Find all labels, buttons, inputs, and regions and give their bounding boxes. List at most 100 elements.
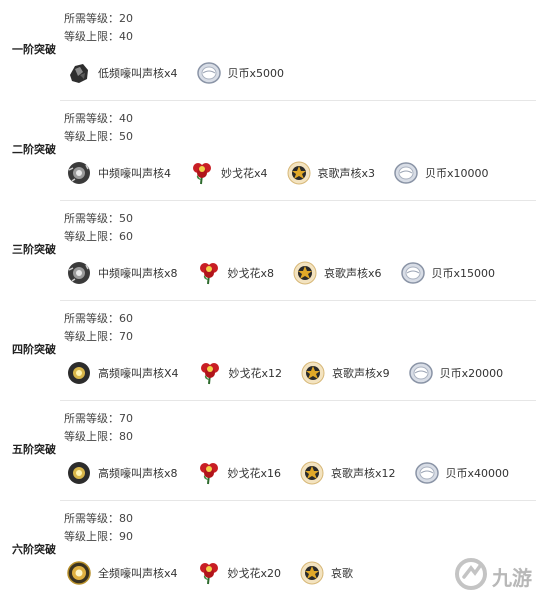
required-level-label: 所需等级：	[64, 112, 119, 125]
level-cap-label: 等级上限：	[64, 430, 119, 443]
flower-icon	[196, 460, 222, 486]
mid-frequency-core-icon	[66, 160, 92, 186]
low-frequency-core-icon	[66, 60, 92, 86]
required-level: 所需等级：20	[64, 10, 133, 26]
required-level-label: 所需等级：	[64, 412, 119, 425]
material-label: 妙戈花x12	[228, 367, 283, 380]
required-level-value: 50	[119, 212, 133, 225]
material-item: 贝币x10000	[393, 160, 489, 186]
material-label: 高频嚎叫声核x8	[98, 467, 178, 480]
material-item: 妙戈花x4	[189, 160, 268, 186]
level-cap: 等级上限：90	[64, 528, 133, 544]
level-cap-label: 等级上限：	[64, 230, 119, 243]
level-cap: 等级上限：60	[64, 228, 133, 244]
material-label: 贝币x40000	[445, 467, 510, 480]
material-label: 哀歌声核x12	[331, 467, 396, 480]
required-level-label: 所需等级：	[64, 312, 119, 325]
material-label: 全频嚎叫声核x4	[98, 567, 178, 580]
stage-row: 一阶突破 所需等级：20 等级上限：40 低频嚎叫声核x4 贝币x5000	[0, 0, 536, 100]
required-level-label: 所需等级：	[64, 512, 119, 525]
material-item: 中频嚎叫声核x8	[66, 260, 178, 286]
material-item: 妙戈花x16	[196, 460, 282, 486]
level-cap-value: 90	[119, 530, 133, 543]
jiuyou-logo-icon	[454, 557, 492, 596]
level-cap-value: 70	[119, 330, 133, 343]
required-level: 所需等级：50	[64, 210, 133, 226]
material-item: 低频嚎叫声核x4	[66, 60, 178, 86]
stage-name: 二阶突破	[12, 143, 56, 156]
stage-row: 三阶突破 所需等级：50 等级上限：60 中频嚎叫声核x8 妙戈花x8 哀歌声核x6 贝币x…	[0, 200, 536, 300]
level-cap-label: 等级上限：	[64, 330, 119, 343]
required-level-value: 60	[119, 312, 133, 325]
material-item: 妙戈花x12	[197, 360, 283, 386]
stage-name: 一阶突破	[12, 43, 56, 56]
material-item: 贝币x40000	[414, 460, 510, 486]
stage-row: 二阶突破 所需等级：40 等级上限：50 中频嚎叫声核4 妙戈花x4 哀歌声核x3 贝币x1…	[0, 100, 536, 200]
material-list: 低频嚎叫声核x4 贝币x5000	[66, 55, 302, 91]
material-item: 贝币x15000	[400, 260, 496, 286]
level-cap-label: 等级上限：	[64, 130, 119, 143]
material-list: 高频嚎叫声核X4 妙戈花x12 哀歌声核x9 贝币x20000	[66, 355, 521, 391]
level-cap: 等级上限：50	[64, 128, 133, 144]
mid-frequency-core-icon	[66, 260, 92, 286]
flower-icon	[196, 260, 222, 286]
material-label: 贝币x5000	[227, 67, 285, 80]
stage-row: 五阶突破 所需等级：70 等级上限：80 高频嚎叫声核x8 妙戈花x16 哀歌声核x12 贝…	[0, 400, 536, 500]
material-list: 中频嚎叫声核x8 妙戈花x8 哀歌声核x6 贝币x15000	[66, 255, 513, 291]
level-cap-label: 等级上限：	[64, 30, 119, 43]
material-item: 全频嚎叫声核x4	[66, 560, 178, 586]
material-item: 高频嚎叫声核X4	[66, 360, 179, 386]
material-label: 贝币x15000	[431, 267, 496, 280]
shell-credit-icon	[400, 260, 426, 286]
material-label: 哀歌声核x6	[324, 267, 382, 280]
material-list: 中频嚎叫声核4 妙戈花x4 哀歌声核x3 贝币x10000	[66, 155, 507, 191]
required-level-value: 20	[119, 12, 133, 25]
elegy-core-icon	[299, 460, 325, 486]
shell-credit-icon	[393, 160, 419, 186]
level-cap: 等级上限：80	[64, 428, 133, 444]
elegy-core-icon	[299, 560, 325, 586]
flower-icon	[189, 160, 215, 186]
level-cap-value: 40	[119, 30, 133, 43]
material-item: 妙戈花x8	[196, 260, 275, 286]
stage-name: 三阶突破	[12, 243, 56, 256]
required-level: 所需等级：80	[64, 510, 133, 526]
elegy-core-icon	[292, 260, 318, 286]
required-level: 所需等级：70	[64, 410, 133, 426]
material-item: 贝币x20000	[408, 360, 504, 386]
material-label: 妙戈花x16	[227, 467, 282, 480]
required-level-value: 40	[119, 112, 133, 125]
material-list: 高频嚎叫声核x8 妙戈花x16 哀歌声核x12 贝币x40000	[66, 455, 527, 491]
level-cap-value: 60	[119, 230, 133, 243]
flower-icon	[196, 560, 222, 586]
full-frequency-core-icon	[66, 560, 92, 586]
material-label: 贝币x20000	[439, 367, 504, 380]
shell-credit-icon	[414, 460, 440, 486]
level-cap-value: 50	[119, 130, 133, 143]
material-label: 贝币x10000	[425, 167, 489, 180]
material-item: 高频嚎叫声核x8	[66, 460, 178, 486]
material-label: 哀歌声核x3	[317, 167, 376, 180]
material-item: 哀歌声核x3	[286, 160, 376, 186]
required-level-value: 70	[119, 412, 133, 425]
required-level-label: 所需等级：	[64, 12, 119, 25]
material-item: 妙戈花x20	[196, 560, 281, 586]
elegy-core-icon	[286, 160, 312, 186]
required-level: 所需等级：40	[64, 110, 133, 126]
material-label: 妙戈花x4	[221, 167, 268, 180]
flower-icon	[197, 360, 223, 386]
material-label: 哀歌声核x9	[332, 367, 390, 380]
watermark: 九游	[454, 557, 532, 596]
required-level-value: 80	[119, 512, 133, 525]
material-item: 中频嚎叫声核4	[66, 160, 171, 186]
material-item: 哀歌	[299, 560, 353, 586]
material-label: 妙戈花x8	[227, 267, 275, 280]
stage-row: 四阶突破 所需等级：60 等级上限：70 高频嚎叫声核X4 妙戈花x12 哀歌声核x9 贝币…	[0, 300, 536, 400]
material-list: 全频嚎叫声核x4 妙戈花x20 哀歌	[66, 555, 371, 591]
stage-name: 四阶突破	[12, 343, 56, 356]
level-cap: 等级上限：70	[64, 328, 133, 344]
stage-name: 六阶突破	[12, 543, 56, 556]
level-cap-value: 80	[119, 430, 133, 443]
material-item: 哀歌声核x6	[292, 260, 382, 286]
material-label: 中频嚎叫声核4	[98, 167, 171, 180]
